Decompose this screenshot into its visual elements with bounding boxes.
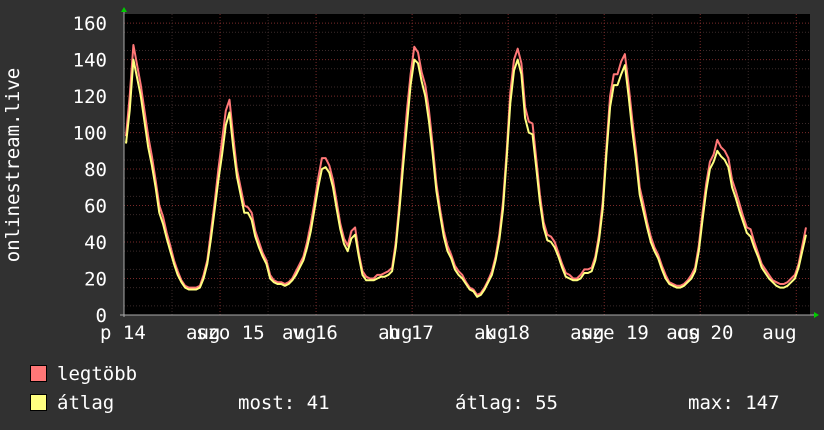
legend-swatch-avg bbox=[30, 394, 47, 411]
y-tick-labels: 020406080100120140160 bbox=[73, 13, 107, 327]
stat-max-label: max: bbox=[688, 392, 734, 414]
stat-max-value: 147 bbox=[745, 392, 780, 414]
stat-average-value: 55 bbox=[535, 392, 558, 414]
y-tick-label: 20 bbox=[84, 269, 107, 291]
y-tick-label: 100 bbox=[73, 123, 107, 145]
y-tick-label: 140 bbox=[73, 50, 107, 72]
stat-average: átlag: 55 bbox=[455, 392, 558, 414]
stat-average-label: átlag: bbox=[455, 392, 524, 414]
y-axis-arrow-icon bbox=[121, 7, 127, 12]
x-tick-label: k 18 bbox=[484, 322, 530, 344]
chart: 020406080100120140160 p 14 augszo 15 augv … bbox=[2, 7, 819, 344]
y-axis-label: onlinestream.live bbox=[2, 68, 24, 262]
legend-item-avg: átlag bbox=[30, 392, 114, 414]
x-tick-label: v 16 bbox=[292, 322, 338, 344]
stat-current-value: 41 bbox=[306, 392, 330, 414]
stat-max: max: 147 bbox=[688, 392, 780, 414]
stat-current-label: most: bbox=[238, 392, 296, 414]
legend-label-avg: átlag bbox=[57, 392, 115, 414]
y-tick-label: 40 bbox=[84, 232, 107, 254]
y-tick-label: 160 bbox=[73, 13, 107, 35]
legend-label-max: legtöbb bbox=[57, 363, 138, 385]
x-tick-label: cs 20 bbox=[676, 322, 733, 344]
legend-swatch-max bbox=[30, 365, 47, 382]
y-tick-label: 60 bbox=[84, 196, 107, 218]
x-axis-arrow-icon bbox=[814, 312, 819, 318]
x-tick-label: h 17 bbox=[388, 322, 434, 344]
stat-current: most: 41 bbox=[238, 392, 330, 414]
x-tick-label: aug bbox=[762, 322, 796, 344]
legend-item-max: legtöbb bbox=[30, 363, 137, 385]
x-tick-labels: p 14 augszo 15 augv 16 augh 17 augk 18 augsze… bbox=[100, 322, 797, 344]
x-tick-label: szo 15 bbox=[196, 322, 265, 344]
y-tick-label: 80 bbox=[84, 159, 107, 181]
x-tick-label: p 14 bbox=[100, 322, 146, 344]
x-tick-label: sze 19 bbox=[580, 322, 649, 344]
y-tick-label: 120 bbox=[73, 86, 107, 108]
